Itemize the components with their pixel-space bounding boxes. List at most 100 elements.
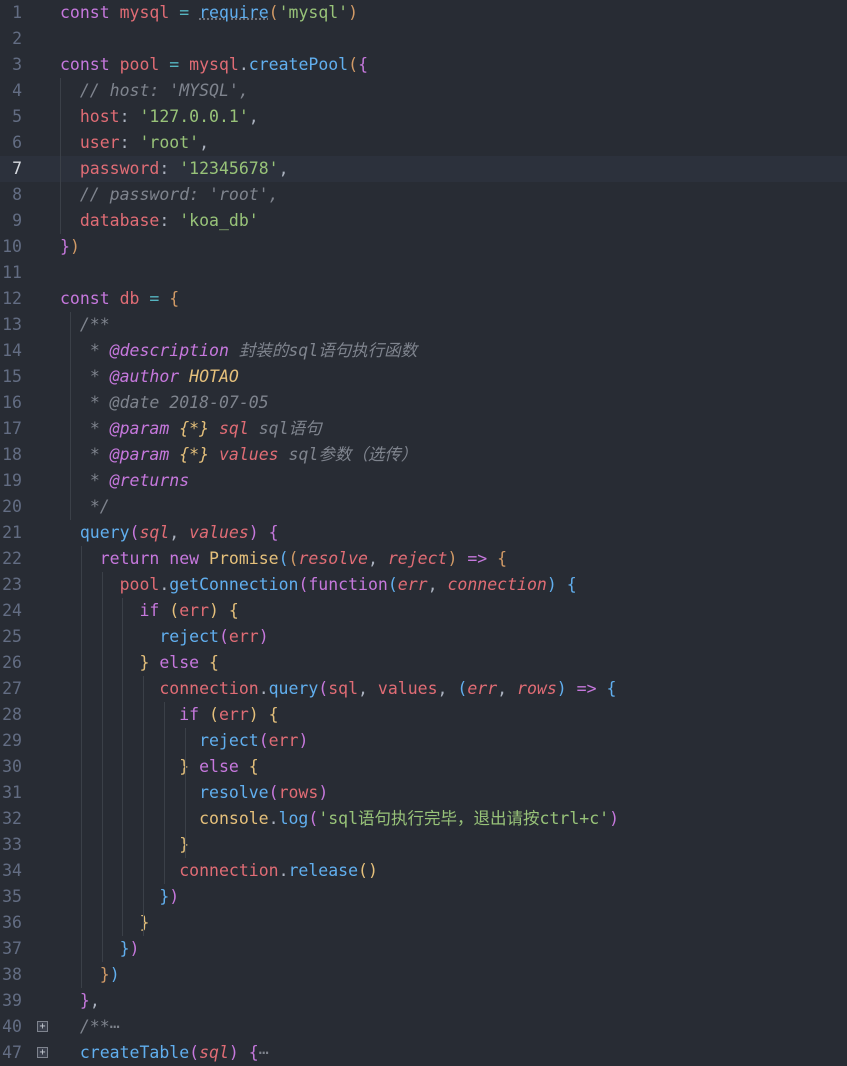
- code-token: ): [546, 575, 557, 594]
- code-line[interactable]: 6 user: 'root',: [0, 130, 847, 156]
- code-token: @author: [109, 367, 180, 386]
- code-token: reject: [387, 549, 448, 568]
- code-line[interactable]: 28 if (err) {: [0, 702, 847, 728]
- code-line[interactable]: 8 // password: 'root',: [0, 182, 847, 208]
- code-line[interactable]: 21 query(sql, values) {: [0, 520, 847, 546]
- code-line[interactable]: 12 const db = {: [0, 286, 847, 312]
- code-token: err: [268, 731, 299, 750]
- code-line[interactable]: 32 console.log('sql语句执行完毕，退出请按ctrl+c'): [0, 806, 847, 832]
- line-number: 16: [2, 393, 22, 412]
- code-line[interactable]: 14 * @description 封装的sql语句执行函数: [0, 338, 847, 364]
- code-token: *: [89, 445, 110, 464]
- code-line[interactable]: 13 /**: [0, 312, 847, 338]
- code-line[interactable]: 10}): [0, 234, 847, 260]
- code-line[interactable]: 47 + createTable(sql) {⋯: [0, 1040, 847, 1066]
- code-line[interactable]: 25 reject(err): [0, 624, 847, 650]
- code-token: (): [358, 861, 378, 880]
- code-line[interactable]: 33 }: [0, 832, 847, 858]
- code-token: pool: [119, 55, 160, 74]
- code-line[interactable]: 5 host: '127.0.0.1',: [0, 104, 847, 130]
- code-line[interactable]: 9 database: 'koa_db': [0, 208, 847, 234]
- line-number: 25: [2, 627, 22, 646]
- code-token: {: [248, 757, 259, 776]
- code-line[interactable]: 23 pool.getConnection(function(err, conn…: [0, 572, 847, 598]
- code-token: :: [159, 159, 180, 178]
- code-line[interactable]: 11: [0, 260, 847, 286]
- line-code: }): [60, 884, 179, 910]
- code-token: .: [278, 861, 289, 880]
- indent-guide: [101, 572, 103, 962]
- code-token: {: [248, 1043, 259, 1062]
- code-token: query: [268, 679, 319, 698]
- code-token: }: [60, 237, 70, 256]
- code-token: function: [308, 575, 388, 594]
- code-token: }: [139, 653, 150, 672]
- code-line[interactable]: 29 reject(err): [0, 728, 847, 754]
- fold-expand-icon[interactable]: +: [37, 1021, 48, 1032]
- code-token: // password: 'root',: [79, 185, 279, 204]
- code-line[interactable]: 39 },: [0, 988, 847, 1014]
- code-line[interactable]: 37 }): [0, 936, 847, 962]
- line-number: 29: [2, 731, 22, 750]
- line-number: 21: [2, 523, 22, 542]
- code-editor[interactable]: 1 const mysql = require('mysql') 2 3 const p…: [0, 0, 847, 1062]
- code-line[interactable]: 7 password: '12345678',: [0, 156, 847, 182]
- fold-expand-icon[interactable]: +: [37, 1047, 48, 1058]
- code-token: ): [318, 783, 329, 802]
- code-line[interactable]: 34 connection.release(): [0, 858, 847, 884]
- code-line[interactable]: 24 if (err) {: [0, 598, 847, 624]
- code-token: (: [268, 783, 279, 802]
- code-line[interactable]: 19 * @returns: [0, 468, 847, 494]
- code-line[interactable]: 27 connection.query(sql, values, (err, r…: [0, 676, 847, 702]
- code-line[interactable]: 31 resolve(rows): [0, 780, 847, 806]
- code-line[interactable]: 38 }): [0, 962, 847, 988]
- code-token: ): [258, 627, 269, 646]
- code-line[interactable]: 17 * @param {*} sql sql语句: [0, 416, 847, 442]
- code-line[interactable]: 15 * @author HOTAO: [0, 364, 847, 390]
- line-code: password: '12345678',: [60, 156, 289, 182]
- code-token: else: [159, 653, 200, 672]
- line-code: * @param {*} sql sql语句: [60, 416, 322, 442]
- code-token: rows: [278, 783, 319, 802]
- code-line[interactable]: 30 } else {: [0, 754, 847, 780]
- code-token: return new: [99, 549, 210, 568]
- code-line[interactable]: 2: [0, 26, 847, 52]
- line-number: 35: [2, 887, 22, 906]
- code-token: const: [60, 55, 120, 74]
- code-token: @param: [109, 419, 170, 438]
- code-line[interactable]: 20 */: [0, 494, 847, 520]
- code-line[interactable]: 36 }: [0, 910, 847, 936]
- line-code: reject(err): [60, 624, 269, 650]
- code-line[interactable]: 18 * @param {*} values sql参数（选传）: [0, 442, 847, 468]
- code-line[interactable]: 22 return new Promise((resolve, reject) …: [0, 546, 847, 572]
- code-line[interactable]: 4 // host: 'MYSQL',: [0, 78, 847, 104]
- line-number: 5: [12, 107, 22, 126]
- code-line[interactable]: 26 } else {: [0, 650, 847, 676]
- code-line[interactable]: 1 const mysql = require('mysql'): [0, 0, 847, 26]
- code-line[interactable]: 16 * @date 2018-07-05: [0, 390, 847, 416]
- code-token: host: [79, 107, 120, 126]
- code-token: 'sql语句执行完毕，退出请按ctrl+c': [318, 809, 610, 828]
- line-number: 31: [2, 783, 22, 802]
- code-line[interactable]: 40 + /**⋯: [0, 1014, 847, 1040]
- code-token: @returns: [109, 471, 190, 490]
- indent-guide: [184, 780, 186, 858]
- code-token: (: [387, 575, 398, 594]
- code-line[interactable]: 35 }): [0, 884, 847, 910]
- line-number: 40: [2, 1017, 22, 1036]
- code-line[interactable]: 3 const pool = mysql.createPool({: [0, 52, 847, 78]
- line-code: }): [60, 234, 80, 260]
- code-token: err: [218, 705, 249, 724]
